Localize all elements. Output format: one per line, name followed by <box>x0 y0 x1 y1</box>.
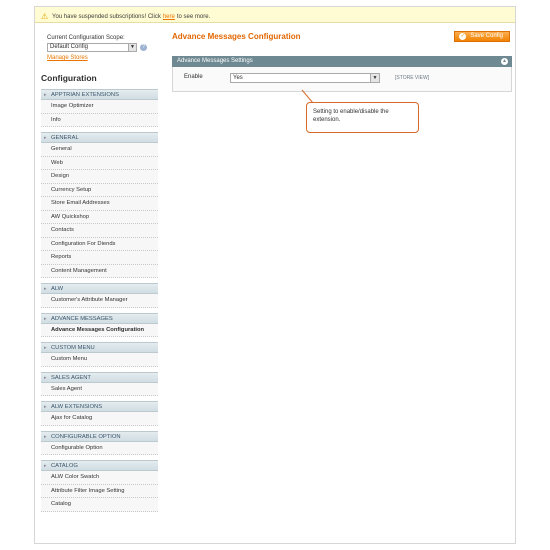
scope-label: Current Configuration Scope: <box>47 35 125 41</box>
sidebar-section-header[interactable]: GENERAL <box>41 132 158 143</box>
sidebar-section-header[interactable]: CUSTOM MENU <box>41 342 158 353</box>
sidebar-item[interactable]: Image Optimizer <box>41 100 158 114</box>
notice-bar: ⚠ You have suspended subscriptions! Clic… <box>35 7 515 23</box>
sidebar-section: CUSTOM MENUCustom Menu <box>41 342 158 367</box>
sidebar-section: ALWCustomer's Attribute Manager <box>41 283 158 308</box>
notice-text: You have suspended subscriptions! Click <box>52 13 161 20</box>
sidebar-section-items: ALW Color Swatch Attribute Filter Image S… <box>41 471 158 512</box>
sidebar-section-header[interactable]: ADVANCE MESSAGES <box>41 312 158 324</box>
sidebar-item[interactable]: Customer's Attribute Manager <box>41 294 158 308</box>
sidebar-section-items: Ajax for Catalog <box>41 412 158 426</box>
sidebar-section: ALW EXTENSIONSAjax for Catalog <box>41 401 158 426</box>
chevron-down-icon: ▼ <box>370 74 379 82</box>
sidebar-item[interactable]: Attribute Filter Image Setting <box>41 485 158 498</box>
scope-tag: [STORE VIEW] <box>395 75 430 81</box>
manage-stores-link[interactable]: Manage Stores <box>47 55 158 61</box>
sidebar-item[interactable]: Web <box>41 157 158 170</box>
sidebar-item[interactable]: Content Management <box>41 265 158 278</box>
sidebar-section-items: Custom Menu <box>41 353 158 367</box>
sidebar-title: Configuration <box>41 73 97 83</box>
sidebar-item[interactable]: Info <box>41 114 158 127</box>
scope-select-value: Default Config <box>50 44 89 50</box>
sidebar-section-header[interactable]: CATALOG <box>41 460 158 471</box>
sidebar-item[interactable]: Reports <box>41 251 158 265</box>
help-icon[interactable]: ? <box>140 44 147 51</box>
sidebar-item[interactable]: Configuration For Diends <box>41 238 158 251</box>
scope-row: Default Config ▼ ? <box>47 43 158 52</box>
sidebar: Current Configuration Scope: Default Con… <box>41 29 158 512</box>
sidebar-section-items: Configurable Option <box>41 441 158 455</box>
enable-select[interactable]: Yes ▼ <box>230 73 380 83</box>
checkmark-icon: ✓ <box>459 33 467 40</box>
callout-annotation: Setting to enable/disable the extension. <box>306 102 419 133</box>
save-config-button[interactable]: ✓ Save Config <box>454 31 510 42</box>
chevron-down-icon: ▼ <box>128 44 136 51</box>
sidebar-item[interactable]: Store Email Addresses <box>41 197 158 211</box>
sidebar-section-items: Advance Messages Configuration <box>41 323 158 337</box>
sidebar-section-items: Image Optimizer Info <box>41 100 158 127</box>
enable-select-value: Yes <box>233 75 243 81</box>
sidebar-section-items: General Web Design Currency Setup Store Emai… <box>41 143 158 278</box>
sidebar-section-header[interactable]: CONFIGURABLE OPTION <box>41 430 158 442</box>
sidebar-item[interactable]: Contacts <box>41 224 158 238</box>
main-content: Advance Messages Configuration ✓ Save Co… <box>172 29 512 92</box>
sidebar-section: CATALOGALW Color SwatchAttribute Filter … <box>41 460 158 512</box>
scope-select[interactable]: Default Config ▼ <box>47 43 137 52</box>
admin-window: ⚠ You have suspended subscriptions! Clic… <box>34 6 516 544</box>
notice-link[interactable]: here <box>163 14 175 20</box>
sidebar-item[interactable]: Custom Menu <box>41 353 158 367</box>
sidebar-section-header[interactable]: ALW <box>41 283 158 294</box>
sidebar-section: SALES AGENTSales Agent <box>41 371 158 396</box>
sidebar-item[interactable]: Ajax for Catalog <box>41 412 158 426</box>
sidebar-item[interactable]: Currency Setup <box>41 184 158 197</box>
sidebar-item[interactable]: Design <box>41 170 158 184</box>
fieldset-title: Advance Messages Settings <box>177 58 253 64</box>
sidebar-item[interactable]: General <box>41 143 158 157</box>
sidebar-section: GENERALGeneralWebDesignCurrency SetupSto… <box>41 132 158 278</box>
sidebar-item[interactable]: Catalog <box>41 498 158 512</box>
sidebar-item[interactable]: Advance Messages Configuration <box>41 324 158 337</box>
save-config-label: Save Config <box>470 33 503 39</box>
warning-icon: ⚠ <box>41 11 49 21</box>
sidebar-section-header[interactable]: ALW EXTENSIONS <box>41 401 158 412</box>
sidebar-sections: APPTRIAN EXTENSIONSImage OptimizerInfo GE… <box>41 89 158 512</box>
sidebar-item[interactable]: Configurable Option <box>41 442 158 455</box>
sidebar-section-items: Customer's Attribute Manager <box>41 294 158 308</box>
sidebar-section-items: Sales Agent <box>41 382 158 396</box>
sidebar-item[interactable]: ALW Color Swatch <box>41 471 158 485</box>
collapse-icon[interactable]: ▲ <box>501 58 508 65</box>
enable-label: Enable <box>184 74 203 80</box>
sidebar-item[interactable]: AW Quickshop <box>41 211 158 224</box>
sidebar-section-header[interactable]: APPTRIAN EXTENSIONS <box>41 89 158 100</box>
sidebar-item[interactable]: Sales Agent <box>41 383 158 396</box>
sidebar-section: CONFIGURABLE OPTIONConfigurable Option <box>41 430 158 455</box>
notice-text-after: to see more. <box>176 13 211 20</box>
sidebar-section: ADVANCE MESSAGESAdvance Messages Configu… <box>41 312 158 337</box>
fieldset-header[interactable]: Advance Messages Settings ▲ <box>172 56 512 67</box>
sidebar-section: APPTRIAN EXTENSIONSImage OptimizerInfo <box>41 89 158 127</box>
sidebar-section-header[interactable]: SALES AGENT <box>41 371 158 383</box>
fieldset-body: Enable Yes ▼ [STORE VIEW] <box>172 67 512 92</box>
